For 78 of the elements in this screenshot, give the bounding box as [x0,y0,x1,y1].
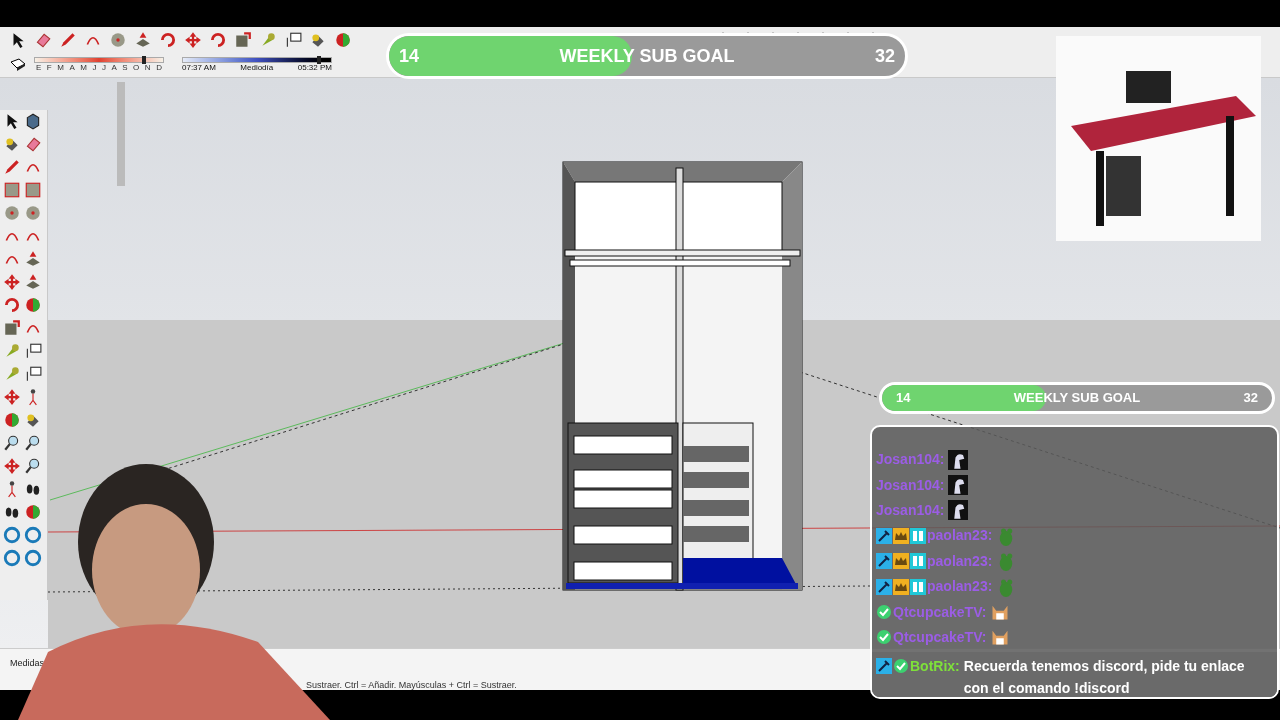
month-label: M [80,63,87,73]
gg-badge-icon [910,553,926,570]
circle-icon[interactable] [23,204,42,222]
rotate-icon[interactable] [209,31,227,49]
circle-icon[interactable] [109,31,127,49]
month-label: N [144,63,151,73]
dinosaur-emote-icon [948,475,969,496]
chat-username: paolan23: [927,526,993,546]
dinosaur-emote-icon [948,449,969,470]
move-icon[interactable] [3,388,21,406]
month-label: A [111,63,117,73]
verified-badge-icon [876,629,892,646]
month-label: J [92,63,97,73]
chat-message-text: Recuerda tenemos discord, pide tu enlace con el comando !discord [963,657,1246,697]
crown-badge-icon [893,527,909,544]
goal-current-count: 14 [896,389,911,408]
chat-username: paolan23: [927,551,993,571]
pencil-icon[interactable] [59,31,77,49]
month-slider-thumb[interactable] [141,56,146,64]
sword-badge-icon [876,578,892,595]
time-slider-thumb[interactable] [317,56,322,64]
orbit-icon[interactable] [23,503,42,521]
rotate-icon[interactable] [3,296,21,314]
sword-badge-icon [876,658,892,675]
move-icon[interactable] [3,457,21,475]
month-label: S [122,63,128,73]
goal-current-count: 14 [399,44,420,68]
time-label: Mediodía [240,63,274,73]
month-label: A [69,63,75,73]
orbit-icon[interactable] [23,296,42,314]
eraser-icon[interactable] [34,31,52,49]
rectangle-icon[interactable] [3,181,21,199]
month-label: J [101,63,106,73]
chat-username: QtcupcakeTV: [893,627,987,647]
rotate-icon[interactable] [159,31,177,49]
gg-badge-icon [910,527,926,544]
scale-icon[interactable] [3,319,21,337]
magnifier-icon[interactable] [3,434,21,452]
pencil-icon[interactable] [3,158,21,176]
chat-username: Josan104: [876,450,945,470]
dinosaur-emote-icon [948,500,969,521]
crown-badge-icon [893,578,909,595]
chat-username: QtcupcakeTV: [893,602,987,622]
magnifier-icon[interactable] [23,457,42,475]
scale-icon[interactable] [234,31,252,49]
move-icon[interactable] [3,273,21,291]
sword-badge-icon [876,553,892,570]
time-label: 05:32 PM [297,63,332,73]
verified-badge-icon [893,658,909,675]
goal-target-count: 32 [874,44,895,68]
crown-badge-icon [893,553,909,570]
month-label: D [156,63,162,73]
circle-icon[interactable] [3,204,21,222]
magnifier-icon[interactable] [23,434,42,452]
time-label: 07:37 AM [182,63,216,73]
goal-title: WEEKLY SUB GOAL [559,44,735,68]
status-text: Sustraer. Ctrl = Añadir. Mayúsculas + Ctrl = Sustraer. [306,679,517,692]
goal-target-count: 32 [1243,389,1258,408]
text-label-icon[interactable] [284,31,302,49]
verified-badge-icon [876,604,892,621]
panel-label: Medidas [10,657,45,670]
month-label: E [36,63,42,73]
sword-badge-icon [876,527,892,544]
push-pull-icon[interactable] [134,31,152,49]
orbit-icon[interactable] [3,411,21,429]
shadow-toggle-icon[interactable] [10,58,26,72]
orbit-icon[interactable] [334,31,352,49]
rectangle-icon[interactable] [23,181,42,199]
move-icon[interactable] [184,31,202,49]
chat-username: BotRix: [910,657,960,677]
goal-title: WEEKLY SUB GOAL [1013,389,1141,408]
chat-username: Josan104: [876,500,945,520]
month-label: F [46,63,52,73]
chat-username: paolan23: [927,577,993,597]
month-label: O [133,63,140,73]
month-label: M [57,63,64,73]
chat-username: Josan104: [876,475,945,495]
gg-badge-icon [910,578,926,595]
